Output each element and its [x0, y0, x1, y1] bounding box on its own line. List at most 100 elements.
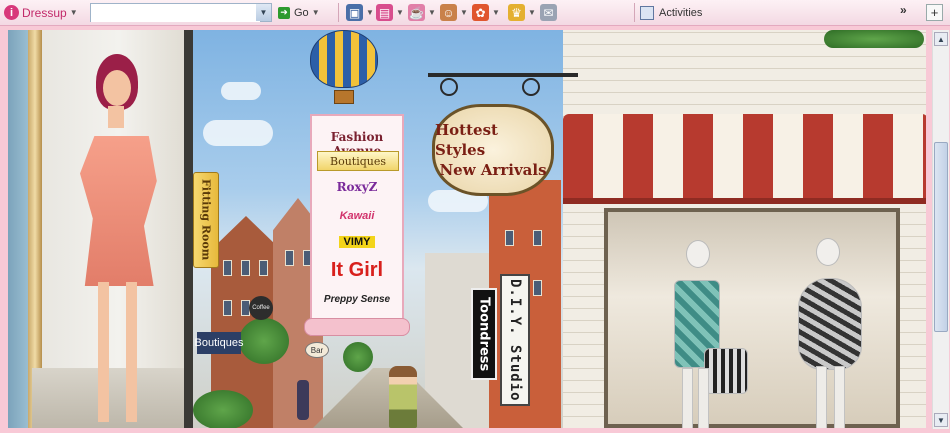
balloon-basket: [334, 90, 354, 104]
avatar[interactable]: [70, 54, 170, 426]
mannequin-leg: [698, 368, 709, 428]
pedestrian: [389, 366, 417, 428]
boutiques-button[interactable]: Boutiques: [317, 151, 399, 171]
cloud: [203, 120, 273, 146]
window: [241, 260, 250, 276]
avatar-icon[interactable]: ☺: [440, 4, 457, 21]
mannequin-leg: [682, 368, 693, 428]
balloon-envelope: [310, 30, 378, 88]
chevron-down-icon[interactable]: ▼: [528, 8, 536, 17]
chevron-down-icon[interactable]: ▼: [428, 8, 436, 17]
chevron-down-icon[interactable]: ▼: [492, 8, 500, 17]
scroll-up-icon[interactable]: ▲: [934, 32, 948, 46]
window: [259, 260, 268, 276]
photo-icon[interactable]: ▣: [346, 4, 363, 21]
shop-window[interactable]: [604, 208, 900, 428]
avatar-neck: [108, 106, 124, 128]
chevron-down-icon[interactable]: ▼: [70, 8, 78, 17]
panel-scroll-roll: [304, 318, 410, 336]
fitting-room-pillar: [184, 30, 193, 428]
shop-link-roxyz[interactable]: RoxyZ: [312, 180, 402, 194]
go-button[interactable]: ➜ Go ▼: [278, 3, 320, 22]
window: [505, 230, 514, 246]
toolbar-divider: [338, 3, 339, 22]
handbag: [704, 348, 748, 394]
chevron-down-icon[interactable]: ▼: [366, 8, 374, 17]
hottest-styles-sign[interactable]: Hottest Styles New Arrivals: [432, 104, 554, 196]
shop-link-preppy-sense[interactable]: Preppy Sense: [312, 294, 402, 305]
avatar-leg-right: [126, 282, 137, 422]
mannequin-left[interactable]: [660, 240, 750, 428]
sign-line-1: Hottest Styles: [435, 121, 498, 159]
chevron-down-icon[interactable]: ▼: [312, 8, 320, 17]
dressup-logo-icon: i: [4, 5, 19, 20]
pedestrian: [297, 380, 309, 420]
bush: [193, 390, 253, 428]
shop-awning: [563, 114, 926, 204]
avatar-face: [103, 70, 131, 106]
avatar-dress[interactable]: [80, 136, 157, 286]
mannequin-leg: [834, 366, 845, 428]
game-scene: Boutiques Coffee Bar Fitting Room Fashio…: [8, 30, 926, 428]
fitting-room[interactable]: [8, 30, 193, 428]
street-sign-coffee: Coffee: [249, 296, 273, 320]
mannequin-right[interactable]: [786, 238, 876, 428]
activities-button[interactable]: Activities: [640, 3, 702, 22]
avatar-leg-left: [98, 282, 109, 422]
diy-studio-sign[interactable]: D.I.Y. Studio: [500, 274, 530, 406]
sign-scroll-ornament: [440, 78, 458, 96]
window: [223, 300, 232, 316]
crown-icon[interactable]: ♛: [508, 4, 525, 21]
browser-toolbar: i Dressup ▼ ▼ ➜ Go ▼ ▣ ▼ ▤ ▼ ☕ ▼ ☺ ▼ ✿ ▼…: [0, 0, 950, 26]
chevron-down-icon[interactable]: ▼: [460, 8, 468, 17]
activities-icon: [640, 5, 654, 20]
fitting-room-label: Fitting Room: [199, 179, 213, 261]
mannequin-head: [816, 238, 840, 266]
mail-icon[interactable]: ✉: [540, 4, 557, 21]
fitting-room-sign[interactable]: Fitting Room: [193, 172, 219, 268]
tree: [343, 342, 373, 372]
sign-scroll-ornament: [522, 78, 540, 96]
add-button[interactable]: +: [926, 4, 943, 21]
search-box[interactable]: ▼: [90, 3, 272, 22]
window: [533, 230, 542, 246]
search-dropdown-icon[interactable]: ▼: [256, 4, 271, 21]
page-frame: Boutiques Coffee Bar Fitting Room Fashio…: [0, 26, 950, 433]
toondress-sign[interactable]: Toondress: [471, 288, 497, 380]
mannequin-outfit: [798, 278, 862, 370]
chevron-down-icon[interactable]: ▼: [396, 8, 404, 17]
mannequin-head: [686, 240, 710, 268]
sign-bracket: [428, 73, 578, 77]
cloud: [221, 82, 261, 100]
vine-leaves: [824, 30, 924, 48]
toondress-label: Toondress: [476, 296, 492, 372]
teapot-icon[interactable]: ☕: [408, 4, 425, 21]
gift-icon[interactable]: ▤: [376, 4, 393, 21]
go-label: Go: [294, 6, 309, 19]
shop-link-kawaii[interactable]: Kawaii: [312, 210, 402, 222]
activities-label: Activities: [659, 6, 703, 19]
fashion-avenue-panel: Fashion Avenue Boutiques RoxyZ Kawaii VI…: [310, 114, 404, 336]
window: [533, 280, 542, 296]
street-sign-bar: Bar: [305, 342, 329, 358]
shop-link-it-girl[interactable]: It Girl: [312, 259, 402, 282]
shop-link-vimy[interactable]: VIMY: [312, 236, 402, 248]
palette-icon[interactable]: ✿: [472, 4, 489, 21]
sign-line-2: New Arrivals: [439, 161, 547, 179]
street-sign-boutiques: Boutiques: [195, 332, 243, 354]
more-chevron-icon[interactable]: »: [900, 3, 907, 17]
vertical-scrollbar[interactable]: ▲ ▼: [932, 30, 949, 429]
window: [223, 260, 232, 276]
scroll-down-icon[interactable]: ▼: [934, 413, 948, 427]
brand-label: Dressup: [22, 5, 67, 20]
search-input[interactable]: [91, 3, 260, 22]
mannequin-leg: [816, 366, 827, 428]
hot-air-balloon: [308, 30, 378, 112]
dressup-menu[interactable]: i Dressup ▼: [4, 3, 78, 22]
toolbar-divider: [634, 3, 635, 22]
scrollbar-thumb[interactable]: [934, 142, 948, 332]
diy-studio-label: D.I.Y. Studio: [507, 278, 523, 402]
window: [285, 250, 294, 266]
go-arrow-icon: ➜: [278, 6, 290, 19]
tree: [239, 318, 289, 364]
